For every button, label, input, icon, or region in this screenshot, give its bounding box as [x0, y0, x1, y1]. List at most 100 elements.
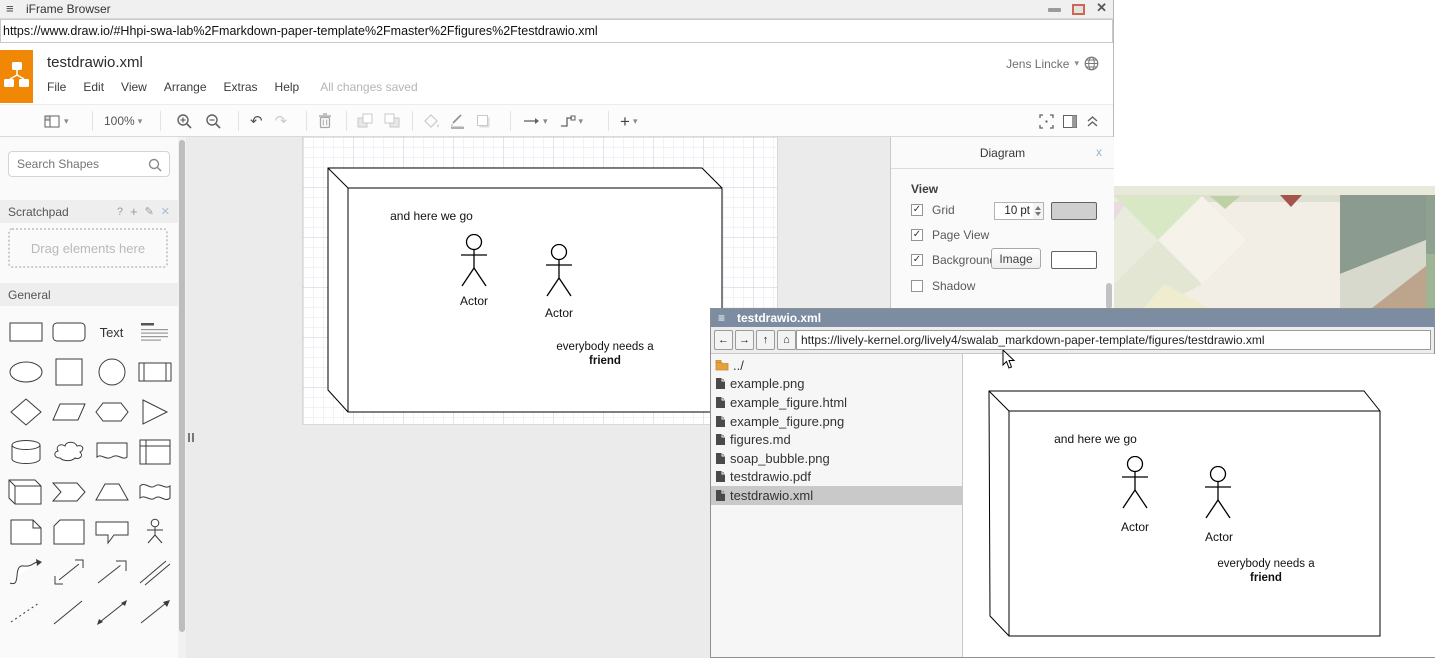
- back-button[interactable]: ←: [714, 330, 733, 350]
- search-icon[interactable]: [148, 158, 162, 172]
- menu-view[interactable]: View: [121, 80, 147, 94]
- menu-extras[interactable]: Extras: [224, 80, 258, 94]
- window1-titlebar[interactable]: ≡ iFrame Browser ✕: [0, 0, 1113, 19]
- background-checkbox[interactable]: ✓: [911, 254, 923, 266]
- grid-color-swatch[interactable]: [1051, 202, 1097, 220]
- shadow-checkbox[interactable]: [911, 280, 923, 292]
- close-button[interactable]: ✕: [1096, 0, 1107, 16]
- connection-style-button[interactable]: ▾: [523, 116, 548, 126]
- maximize-button[interactable]: [1072, 4, 1085, 15]
- grid-size-stepper[interactable]: [1033, 202, 1044, 220]
- help-icon[interactable]: ?: [117, 206, 123, 218]
- close-icon[interactable]: x: [1096, 145, 1102, 159]
- undo-icon[interactable]: ↶: [250, 114, 263, 129]
- shape-directional-connector[interactable]: [133, 592, 176, 632]
- shape-hexagon[interactable]: [90, 392, 133, 432]
- hamburger-icon[interactable]: ≡: [6, 1, 14, 16]
- actor-shape[interactable]: [458, 234, 490, 292]
- shape-rectangle[interactable]: [4, 312, 47, 352]
- search-input[interactable]: [9, 152, 139, 176]
- menu-help[interactable]: Help: [275, 80, 300, 94]
- shape-callout[interactable]: [90, 512, 133, 552]
- page-view-button[interactable]: ▾: [44, 114, 69, 129]
- file-row-parent-dir[interactable]: ../: [711, 356, 962, 375]
- shape-tape[interactable]: [133, 472, 176, 512]
- file-row[interactable]: testdrawio.pdf: [711, 468, 962, 487]
- shape-ellipse[interactable]: [4, 352, 47, 392]
- file-row[interactable]: example.png: [711, 375, 962, 394]
- shape-triangle[interactable]: [133, 392, 176, 432]
- menu-edit[interactable]: Edit: [83, 80, 104, 94]
- format-panel-toggle-icon[interactable]: [1063, 115, 1077, 128]
- shape-dashed-line[interactable]: [4, 592, 47, 632]
- shape-trapezoid[interactable]: [90, 472, 133, 512]
- grid-checkbox[interactable]: ✓: [911, 204, 923, 216]
- shape-step[interactable]: [47, 472, 90, 512]
- shape-note[interactable]: [4, 512, 47, 552]
- zoom-level-dropdown[interactable]: 100% ▾: [104, 114, 142, 128]
- edit-pencil-icon[interactable]: ✎: [145, 205, 154, 218]
- actor-label[interactable]: Actor: [444, 294, 504, 308]
- zoom-in-icon[interactable]: [176, 113, 192, 129]
- window1-url-input[interactable]: [1, 20, 1112, 42]
- actor-shape[interactable]: [543, 244, 575, 302]
- shape-cube[interactable]: [4, 472, 47, 512]
- shape-cloud[interactable]: [47, 432, 90, 472]
- user-menu[interactable]: Jens Lincke ▾: [1006, 56, 1099, 71]
- shape-bidirectional-connector[interactable]: [90, 592, 133, 632]
- sidebar-collapse-handle[interactable]: [188, 433, 194, 442]
- grid-size-input[interactable]: [994, 202, 1034, 220]
- hamburger-icon[interactable]: ≡: [718, 311, 725, 325]
- line-color-icon[interactable]: [450, 114, 466, 129]
- shape-process[interactable]: [133, 352, 176, 392]
- shape-textbox[interactable]: [133, 312, 176, 352]
- shape-diamond[interactable]: [4, 392, 47, 432]
- add-icon[interactable]: +: [130, 204, 138, 219]
- up-button[interactable]: ↑: [756, 330, 775, 350]
- collapse-toolbar-icon[interactable]: [1086, 115, 1099, 128]
- file-row[interactable]: figures.md: [711, 430, 962, 449]
- minimize-button[interactable]: [1048, 8, 1061, 12]
- shape-parallelogram[interactable]: [47, 392, 90, 432]
- shape-bidirectional-arrow[interactable]: [47, 552, 90, 592]
- general-section-header[interactable]: General: [0, 283, 178, 306]
- panel-scrollbar-thumb[interactable]: [1106, 283, 1112, 309]
- shape-cylinder[interactable]: [4, 432, 47, 472]
- home-button[interactable]: ⌂: [777, 330, 796, 350]
- scratchpad-dropzone[interactable]: Drag elements here: [8, 228, 168, 268]
- shape-text[interactable]: Text: [90, 312, 133, 352]
- file-row-selected[interactable]: testdrawio.xml: [711, 486, 962, 505]
- shape-document[interactable]: [90, 432, 133, 472]
- shape-curve[interactable]: [4, 552, 47, 592]
- file-row[interactable]: example_figure.png: [711, 412, 962, 431]
- cube-shape[interactable]: [326, 166, 726, 416]
- page-view-checkbox[interactable]: ✓: [911, 229, 923, 241]
- shape-link[interactable]: [133, 552, 176, 592]
- shape-circle[interactable]: [90, 352, 133, 392]
- shape-rounded-rectangle[interactable]: [47, 312, 90, 352]
- panel-tab-diagram[interactable]: Diagram: [891, 146, 1114, 160]
- actor-label[interactable]: Actor: [529, 306, 589, 320]
- background-color-swatch[interactable]: [1051, 251, 1097, 269]
- scratchpad-header[interactable]: Scratchpad ? + ✎ ✕: [0, 200, 178, 223]
- shape-line[interactable]: [47, 592, 90, 632]
- shape-square[interactable]: [47, 352, 90, 392]
- shape-card[interactable]: [47, 512, 90, 552]
- forward-button[interactable]: →: [735, 330, 754, 350]
- insert-button[interactable]: + ▾: [620, 113, 637, 130]
- waypoint-style-button[interactable]: ▾: [560, 115, 584, 128]
- menu-arrange[interactable]: Arrange: [164, 80, 207, 94]
- shape-arrow[interactable]: [90, 552, 133, 592]
- file-row[interactable]: example_figure.html: [711, 393, 962, 412]
- image-button[interactable]: Image: [991, 248, 1041, 269]
- globe-icon[interactable]: [1084, 56, 1099, 71]
- diagram-note-text[interactable]: and here we go: [384, 209, 479, 223]
- shape-internal-storage[interactable]: [133, 432, 176, 472]
- menu-file[interactable]: File: [47, 80, 66, 94]
- window2-url-input[interactable]: [797, 331, 1430, 349]
- window2-titlebar[interactable]: ≡ testdrawio.xml: [711, 309, 1434, 327]
- shape-actor[interactable]: [133, 512, 176, 552]
- zoom-out-icon[interactable]: [205, 113, 221, 129]
- close-icon[interactable]: ✕: [161, 205, 170, 218]
- diagram-caption[interactable]: everybody needs a friend: [555, 340, 655, 368]
